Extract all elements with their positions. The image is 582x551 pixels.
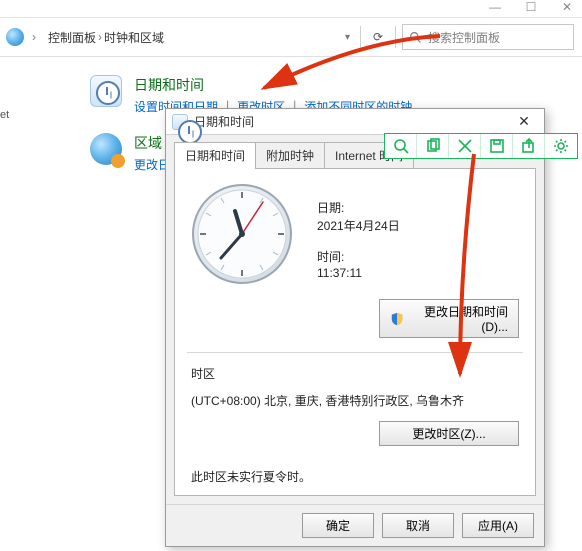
toolbar-share-button[interactable] — [513, 134, 545, 158]
cancel-button[interactable]: 取消 — [382, 513, 454, 538]
timezone-heading: 时区 — [191, 365, 519, 382]
timezone-value: (UTC+08:00) 北京, 重庆, 香港特别行政区, 乌鲁木齐 — [191, 392, 519, 409]
date-label: 日期: — [317, 199, 400, 216]
maximize-button[interactable]: ☐ — [522, 0, 540, 14]
close-button[interactable]: ✕ — [558, 0, 576, 14]
tab-date-and-time[interactable]: 日期和时间 — [174, 142, 256, 169]
breadcrumb-root[interactable]: 控制面板 — [48, 29, 96, 46]
refresh-button[interactable]: ⟳ — [367, 30, 389, 44]
time-label: 时间: — [317, 248, 400, 265]
toolbar-settings-button[interactable] — [545, 134, 577, 158]
ok-button[interactable]: 确定 — [302, 513, 374, 538]
outer-window-controls: — ☐ ✕ — [486, 0, 576, 14]
globe-icon — [90, 133, 122, 165]
gear-icon — [553, 138, 569, 154]
date-time-dialog: 日期和时间 ✕ 日期和时间 附加时钟 Internet 时间 — [165, 108, 545, 547]
address-dropdown[interactable]: ▾ — [345, 32, 350, 43]
breadcrumb[interactable]: 控制面板 › 时钟和区域 ▾ — [44, 24, 354, 50]
analog-clock — [191, 183, 293, 285]
tab-pane-date-and-time: 日期: 2021年4月24日 时间: 11:37:11 更改日期和时间(D)..… — [174, 168, 536, 496]
tab-additional-clocks[interactable]: 附加时钟 — [255, 142, 325, 169]
divider — [360, 26, 361, 48]
dialog-close-button[interactable]: ✕ — [510, 112, 538, 132]
divider — [395, 26, 396, 48]
dialog-button-row: 确定 取消 应用(A) — [166, 504, 544, 546]
toolbar-shuffle-button[interactable] — [449, 134, 481, 158]
control-panel-icon — [6, 28, 24, 46]
chevron-right-icon: › — [96, 30, 104, 44]
change-date-time-button[interactable]: 更改日期和时间(D)... — [379, 299, 519, 338]
toolbar-search-button[interactable] — [385, 134, 417, 158]
toolbar-copy-button[interactable] — [417, 134, 449, 158]
category-title[interactable]: 日期和时间 — [134, 75, 412, 95]
dialog-title: 日期和时间 — [194, 113, 504, 130]
clock-icon — [172, 114, 188, 130]
date-time-info: 日期: 2021年4月24日 时间: 11:37:11 — [317, 183, 400, 285]
change-timezone-button[interactable]: 更改时区(Z)... — [379, 421, 519, 446]
share-icon — [521, 138, 537, 154]
save-icon — [489, 138, 505, 154]
shuffle-icon — [457, 138, 473, 154]
minimize-button[interactable]: — — [486, 0, 504, 14]
dialog-titlebar[interactable]: 日期和时间 ✕ — [166, 109, 544, 135]
search-icon — [409, 31, 422, 44]
dst-note: 此时区未实行夏令时。 — [191, 468, 519, 485]
date-value: 2021年4月24日 — [317, 217, 400, 234]
time-value: 11:37:11 — [317, 266, 400, 280]
chevron-right-icon: › — [30, 30, 38, 44]
sidebar-fragment: et — [0, 109, 14, 121]
clock-icon — [90, 75, 122, 107]
search-placeholder: 搜索控制面板 — [428, 29, 500, 46]
apply-button[interactable]: 应用(A) — [462, 513, 534, 538]
search-input[interactable]: 搜索控制面板 — [402, 24, 574, 50]
shield-icon — [390, 312, 404, 326]
search-icon — [393, 138, 409, 154]
copy-icon — [425, 138, 441, 154]
toolbar-save-button[interactable] — [481, 134, 513, 158]
breadcrumb-current[interactable]: 时钟和区域 — [104, 29, 164, 46]
annotation-toolbar — [384, 133, 578, 159]
explorer-topbar: › 控制面板 › 时钟和区域 ▾ ⟳ 搜索控制面板 — [0, 18, 582, 57]
outer-window-titlebar: — ☐ ✕ — [0, 0, 582, 18]
